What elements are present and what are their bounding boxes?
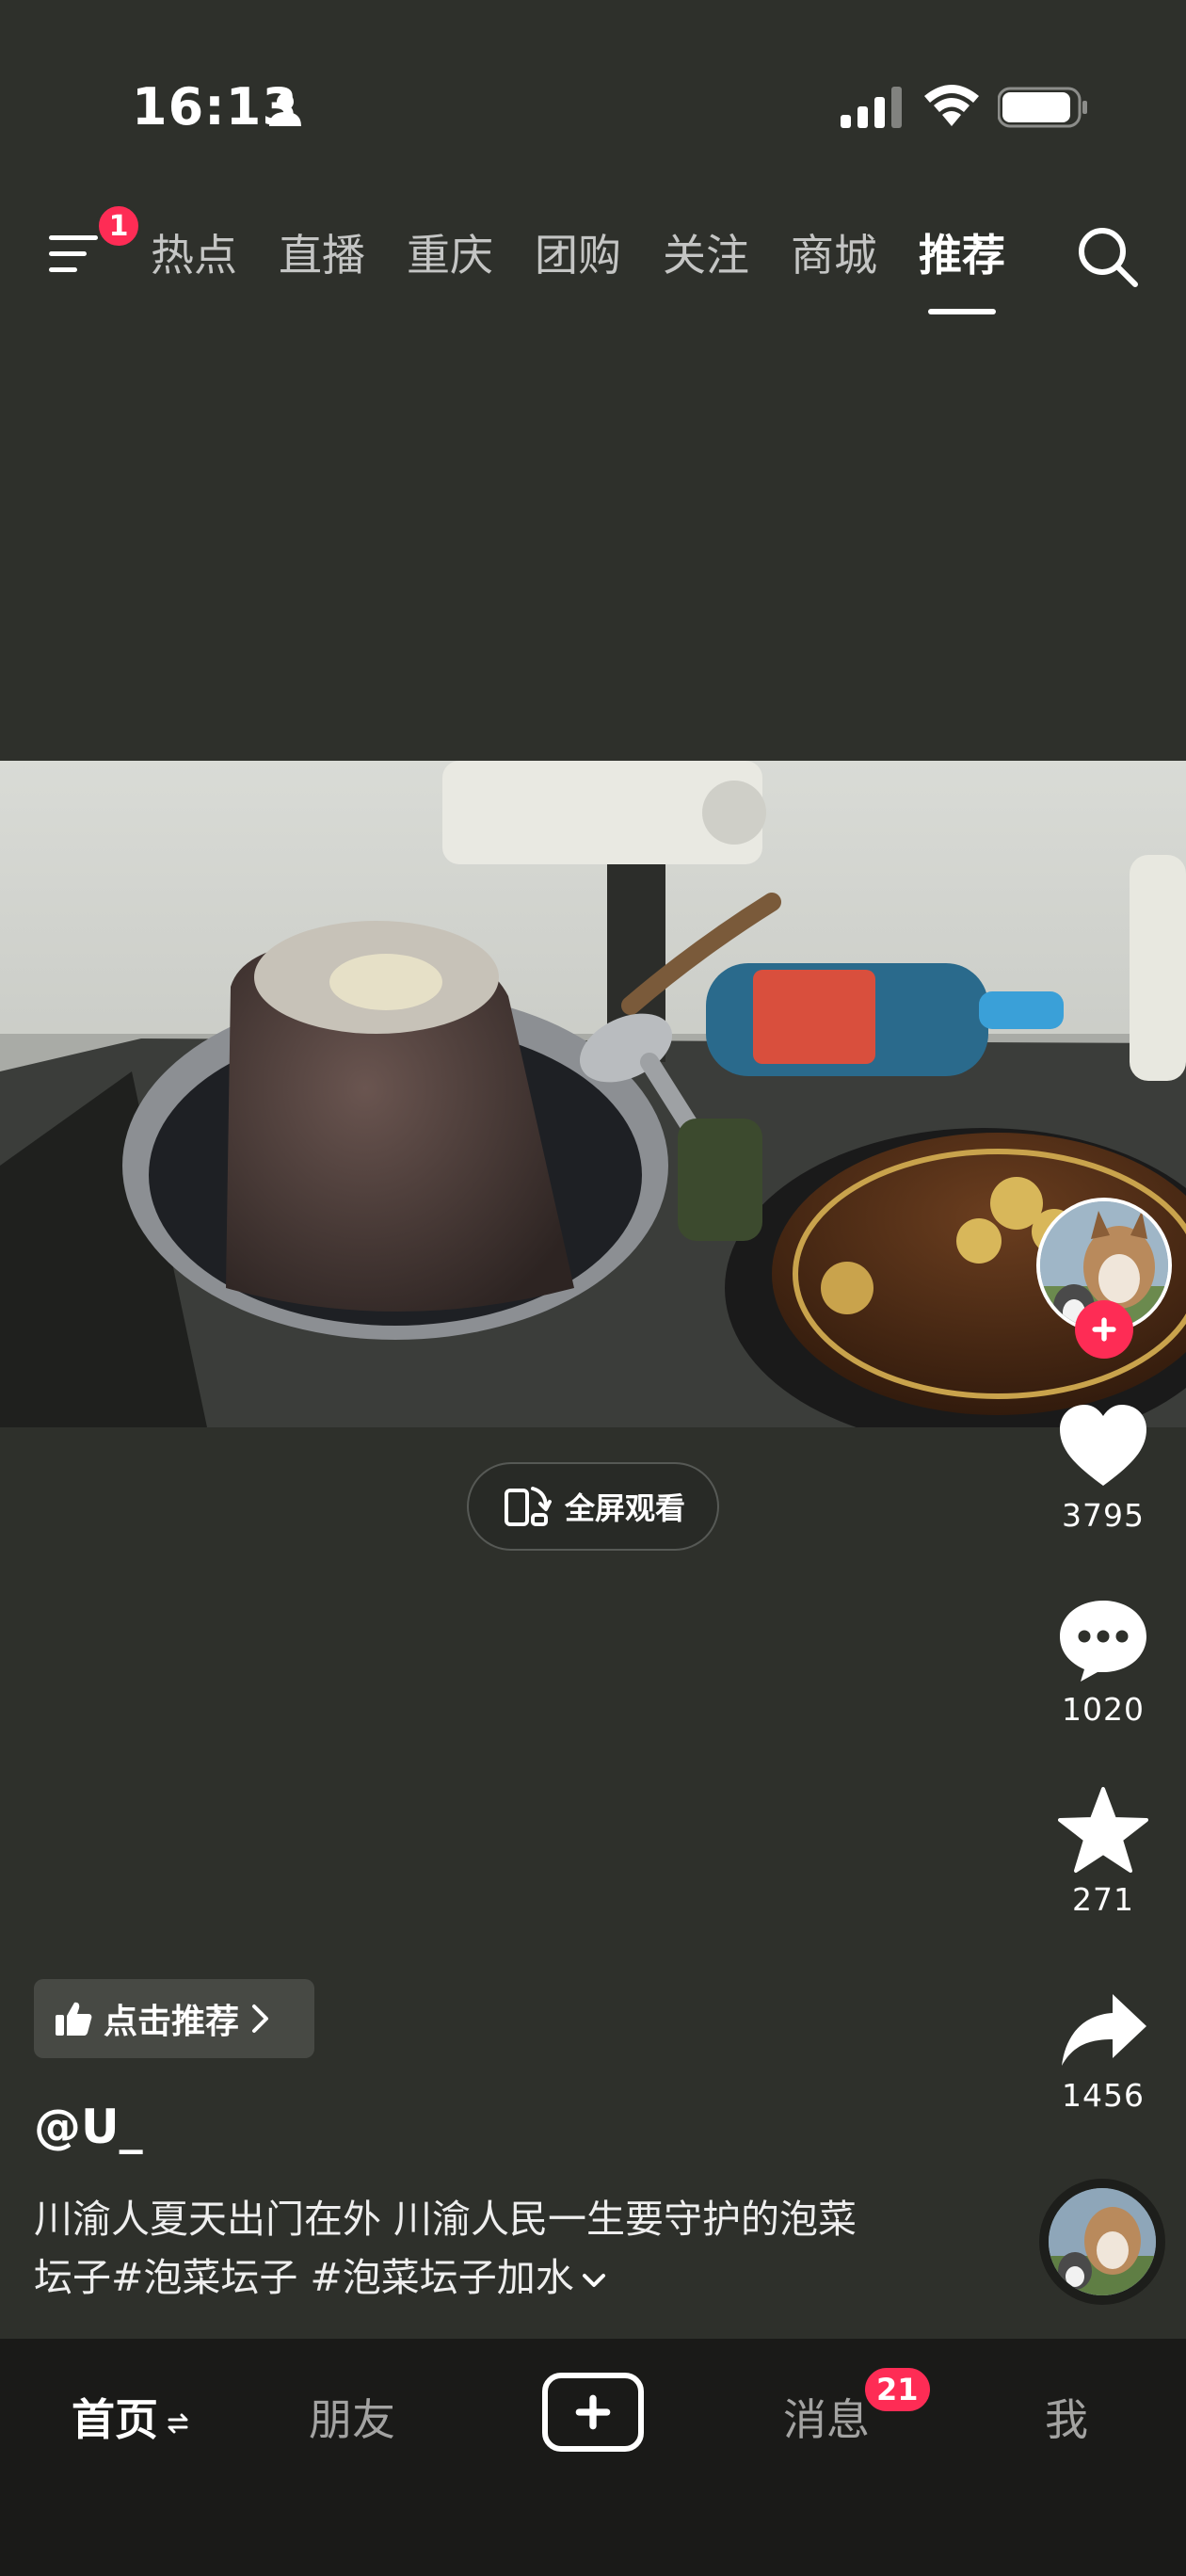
fullscreen-button[interactable]: 全屏观看 [467,1462,719,1551]
plus-icon [575,2394,611,2430]
favorite-count: 271 [1072,1881,1134,1918]
wifi-icon [924,85,979,126]
nav-home-label: 首页 [72,2394,158,2445]
rotate-screen-icon [504,1487,552,1526]
nav-messages[interactable]: 消息 [783,2386,870,2448]
refresh-arrows-icon [168,2413,188,2433]
menu-icon[interactable] [47,228,104,281]
recommend-label: 点击推荐 [104,2003,240,2041]
person-icon [269,93,301,126]
fullscreen-label: 全屏观看 [564,1490,685,1526]
tab-following[interactable]: 关注 [663,222,749,288]
like-action[interactable]: 3795 [1042,1403,1164,1534]
recommend-chip[interactable]: 点击推荐 [34,1979,314,2058]
share-icon [1062,1994,1146,2066]
thumbs-up-icon [56,2002,92,2036]
tab-recommend[interactable]: 推荐 [919,222,1005,288]
like-count: 3795 [1062,1497,1145,1534]
chevron-down-icon[interactable] [580,2270,608,2291]
chevron-right-icon [252,2004,269,2033]
nav-me[interactable]: 我 [1045,2386,1088,2448]
favorite-action[interactable]: 271 [1042,1787,1164,1918]
nav-home[interactable]: 首页 [72,2386,190,2448]
video-still-image [0,761,1186,1427]
comment-count: 1020 [1062,1691,1145,1728]
author-handle[interactable]: @U_ [34,2100,143,2154]
top-tabs: 热点 直播 重庆 团购 关注 商城 推荐 [151,222,1005,288]
tab-hot[interactable]: 热点 [151,222,237,288]
create-button[interactable] [542,2373,644,2452]
share-action[interactable]: 1456 [1042,1990,1164,2114]
battery-icon [998,87,1087,128]
star-icon [1058,1787,1148,1873]
bottom-nav: 首页 朋友 消息 21 我 [0,2339,1186,2576]
messages-badge: 21 [862,2365,933,2414]
post-caption[interactable]: 川渝人夏天出门在外 川渝人民一生要守护的泡菜 坛子#泡菜坛子 #泡菜坛子加水 [34,2190,994,2307]
caption-line-2: 坛子#泡菜坛子 #泡菜坛子加水 [34,2248,994,2307]
menu-notification-badge: 1 [96,203,141,249]
caption-line-1: 川渝人夏天出门在外 川渝人民一生要守护的泡菜 [34,2197,857,2242]
share-count: 1456 [1062,2077,1145,2114]
plus-icon [1092,1317,1116,1342]
comment-action[interactable]: 1020 [1042,1597,1164,1728]
cellular-signal-icon [841,87,902,128]
caption-line-2-text: 坛子#泡菜坛子 #泡菜坛子加水 [34,2255,574,2300]
music-disc[interactable] [1039,2179,1165,2305]
nav-friends[interactable]: 朋友 [309,2386,395,2448]
tab-live[interactable]: 直播 [279,222,365,288]
tab-local-city[interactable]: 重庆 [407,222,493,288]
tab-mall[interactable]: 商城 [791,222,877,288]
comment-icon [1060,1601,1146,1682]
phone-screen: 16:13 1 热点 直播 重庆 团购 关注 商城 推荐 全屏观看 3795 1… [0,0,1186,2576]
tab-group-buy[interactable]: 团购 [535,222,621,288]
follow-button[interactable] [1075,1300,1133,1359]
video-player[interactable] [0,761,1186,1427]
search-icon[interactable] [1073,222,1141,290]
music-cover-icon [1049,2188,1156,2295]
heart-icon [1060,1405,1146,1486]
